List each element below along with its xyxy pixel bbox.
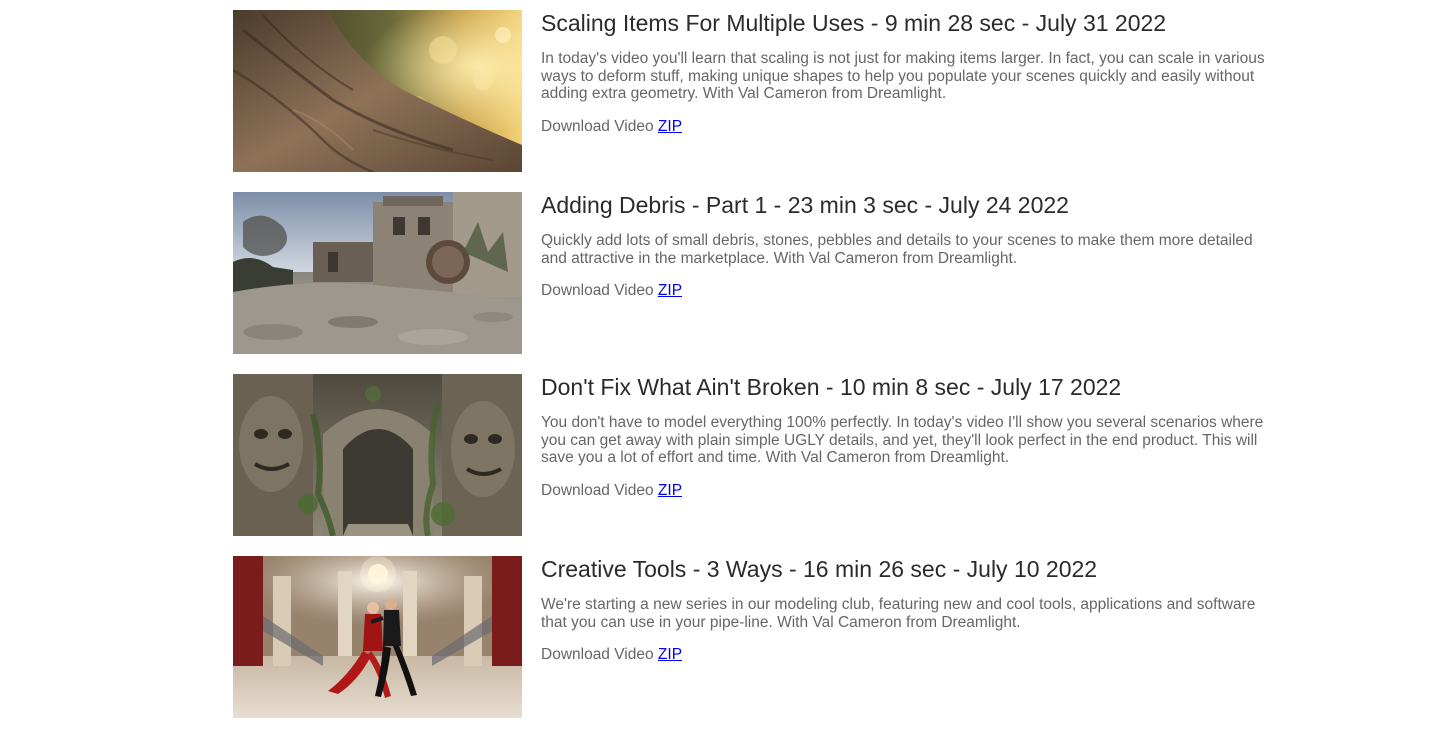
zip-download-link[interactable]: ZIP (658, 646, 682, 663)
video-info: Creative Tools - 3 Ways - 16 min 26 sec … (541, 556, 1271, 664)
video-item: Adding Debris - Part 1 - 23 min 3 sec - … (233, 192, 1273, 354)
video-title: Don't Fix What Ain't Broken - 10 min 8 s… (541, 374, 1122, 400)
video-title: Scaling Items For Multiple Uses - 9 min … (541, 10, 1167, 36)
video-item: Don't Fix What Ain't Broken - 10 min 8 s… (233, 374, 1273, 536)
video-list: Scaling Items For Multiple Uses - 9 min … (233, 10, 1273, 738)
video-title: Creative Tools - 3 Ways - 16 min 26 sec … (541, 556, 1098, 582)
zip-download-link[interactable]: ZIP (658, 482, 682, 499)
download-label: Download Video (541, 646, 658, 663)
video-info: Don't Fix What Ain't Broken - 10 min 8 s… (541, 374, 1271, 500)
download-row: Download Video ZIP (541, 482, 1271, 500)
download-row: Download Video ZIP (541, 282, 1271, 300)
video-title: Adding Debris - Part 1 - 23 min 3 sec - … (541, 192, 1069, 218)
download-label: Download Video (541, 117, 658, 135)
video-thumbnail-stone-courtyard[interactable] (233, 192, 522, 354)
video-description: We're starting a new series in our model… (541, 596, 1256, 631)
video-item: Creative Tools - 3 Ways - 16 min 26 sec … (233, 556, 1273, 718)
video-thumbnail-dancing-couple-ballroom[interactable] (233, 556, 522, 718)
video-description: Quickly add lots of small debris, stones… (541, 232, 1253, 267)
video-info: Adding Debris - Part 1 - 23 min 3 sec - … (541, 192, 1271, 300)
download-row: Download Video ZIP (541, 118, 1271, 136)
video-description: You don't have to model everything 100% … (541, 414, 1264, 466)
video-info: Scaling Items For Multiple Uses - 9 min … (541, 10, 1271, 136)
zip-download-link[interactable]: ZIP (658, 282, 682, 299)
video-thumbnail-tree-trunk[interactable] (233, 10, 522, 172)
download-label: Download Video (541, 282, 658, 299)
download-row: Download Video ZIP (541, 646, 1271, 664)
video-item: Scaling Items For Multiple Uses - 9 min … (233, 10, 1273, 172)
video-thumbnail-stone-faces-archway[interactable] (233, 374, 522, 536)
video-description: In today's video you'll learn that scali… (541, 50, 1265, 102)
zip-download-link[interactable]: ZIP (658, 118, 682, 135)
download-label: Download Video (541, 481, 658, 499)
